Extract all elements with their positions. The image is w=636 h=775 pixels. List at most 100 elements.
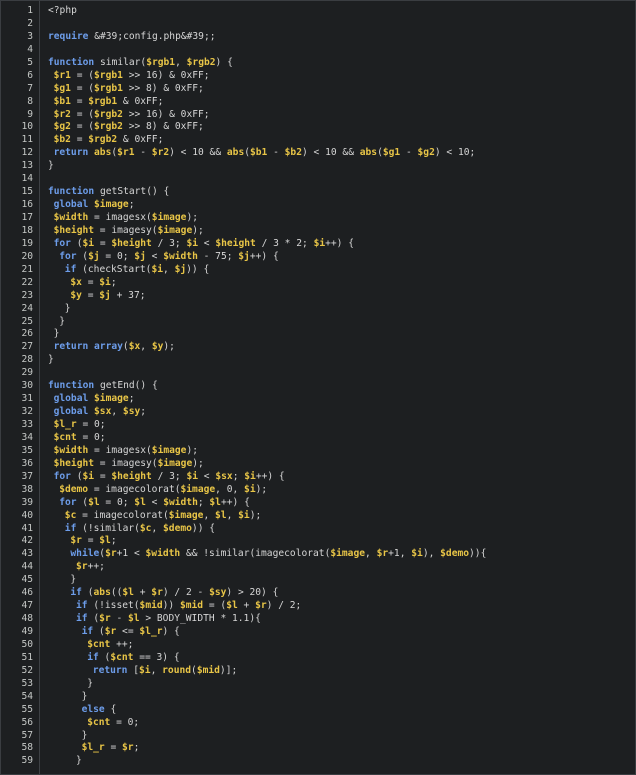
code-line[interactable]: 25} [1, 316, 635, 329]
code-line[interactable]: 12 return abs($r1 - $r2) < 10 && abs($b1 … [1, 147, 635, 160]
code-line[interactable]: 38 $demo = imagecolorat($image, 0, $i); [1, 484, 635, 497]
code-line[interactable]: 17 $width = imagesx($image); [1, 212, 635, 225]
code-line[interactable]: 34 $cnt = 0; [1, 432, 635, 445]
variable-token: $r [99, 613, 111, 625]
code-line[interactable]: 18 $height = imagesy($image); [1, 225, 635, 238]
code-line[interactable]: 1 <?php [1, 5, 635, 18]
code-line[interactable]: 5 function similar($rgb1, $rgb2) { [1, 57, 635, 70]
line-code: } [48, 160, 54, 173]
text-token: = [81, 276, 100, 288]
code-line[interactable]: 54} [1, 691, 635, 704]
code-line[interactable]: 20 for ($j = 0; $j < $width - 75; $j++) { [1, 251, 635, 264]
code-line[interactable]: 39 for ($l = 0; $l < $width; $l++) { [1, 497, 635, 510]
code-line[interactable]: 43 while($r+1 < $width && !similar(imagec… [1, 548, 635, 561]
code-line[interactable]: 48 if ($r - $l > BODY_WIDTH * 1.1){ [1, 613, 635, 626]
text-token: ); [163, 341, 175, 353]
line-code: $cnt ++; [87, 639, 133, 652]
line-number: 57 [21, 729, 33, 741]
code-line[interactable]: 51 if ($cnt == 3) { [1, 652, 635, 665]
code-line[interactable]: 14 [1, 173, 635, 186]
code-line[interactable]: 31 global $image; [1, 393, 635, 406]
text-token: = ( [70, 108, 95, 120]
code-line[interactable]: 27 return array($x, $y); [1, 341, 635, 354]
code-line[interactable]: 22 $x = $i; [1, 277, 635, 290]
keyword-token: if [76, 600, 88, 612]
code-line[interactable]: 59} [1, 755, 635, 768]
code-line[interactable]: 13} [1, 160, 635, 173]
line-code: function similar($rgb1, $rgb2) { [48, 57, 233, 70]
code-line[interactable]: 30 function getEnd() { [1, 380, 635, 393]
variable-token: $rgb1 [146, 56, 176, 68]
code-line[interactable]: 37 for ($i = $height / 3; $i < $sx; $i++)… [1, 471, 635, 484]
code-line[interactable]: 36 $height = imagesy($image); [1, 458, 635, 471]
code-line[interactable]: 7 $g1 = ($rgb1 >> 8) & 0xFF; [1, 83, 635, 96]
line-number: 38 [21, 483, 33, 495]
text-token: similar( [94, 56, 147, 68]
code-line[interactable]: 55 else { [1, 704, 635, 717]
code-line[interactable]: 10 $g2 = ($rgb2 >> 8) & 0xFF; [1, 121, 635, 134]
code-line[interactable]: 15 function getStart() { [1, 186, 635, 199]
code-line[interactable]: 3 require &#39;config.php&#39;; [1, 31, 635, 44]
text-token: < [145, 496, 164, 508]
text-token: == 3) { [133, 651, 180, 663]
line-code: $g2 = ($rgb2 >> 8) & 0xFF; [54, 121, 204, 134]
code-line[interactable]: 21 if (checkStart($i, $j)) { [1, 264, 635, 277]
code-line[interactable]: 4 [1, 44, 635, 57]
variable-token: $b2 [53, 134, 71, 146]
code-editor[interactable]: 1 <?php 2 3 require &#39;config.php&#39;; 4 5 f… [0, 0, 636, 775]
variable-token: $rgb2 [88, 134, 118, 146]
text-token: (( [110, 587, 123, 599]
line-code: $cnt = 0; [54, 432, 106, 445]
line-number: 51 [21, 651, 33, 663]
text-token: ; [110, 535, 117, 547]
code-line[interactable]: 57} [1, 730, 635, 743]
variable-token: $i [244, 483, 256, 495]
code-line[interactable]: 8 $b1 = $rgb1 & 0xFF; [1, 96, 635, 109]
code-line[interactable]: 9 $r2 = ($rgb2 >> 16) & 0xFF; [1, 109, 635, 122]
line-code: return array($x, $y); [54, 341, 175, 354]
code-line[interactable]: 16 global $image; [1, 199, 635, 212]
code-line[interactable]: 19 for ($i = $height / 3; $i < $height / … [1, 238, 635, 251]
variable-token: $y [151, 341, 164, 353]
variable-token: $b1 [53, 95, 71, 107]
line-code: } [59, 316, 65, 329]
line-number: 20 [21, 250, 33, 262]
code-line[interactable]: 29 [1, 367, 635, 380]
code-line[interactable]: 42 $r = $l; [1, 535, 635, 548]
line-code: function getStart() { [48, 186, 169, 199]
code-line[interactable]: 46 if (abs(($l + $r) / 2 - $sy) > 20) { [1, 587, 635, 600]
code-line[interactable]: 6 $r1 = ($rgb1 >> 16) & 0xFF; [1, 70, 635, 83]
code-lines[interactable]: 1 <?php 2 3 require &#39;config.php&#39;; 4 5 f… [1, 5, 635, 768]
text-token: = 0; [76, 431, 106, 443]
code-line[interactable]: 26} [1, 328, 635, 341]
code-line[interactable]: 2 [1, 18, 635, 31]
code-line[interactable]: 32 global $sx, $sy; [1, 406, 635, 419]
code-line[interactable]: 44 $r++; [1, 561, 635, 574]
code-line[interactable]: 56 $cnt = 0; [1, 717, 635, 730]
code-line[interactable]: 41 if (!similar($c, $demo)) { [1, 523, 635, 536]
code-line[interactable]: 53} [1, 678, 635, 691]
text-token: = 0; [110, 716, 140, 728]
line-number: 1 [27, 5, 33, 16]
code-line[interactable]: 28} [1, 354, 635, 367]
code-line[interactable]: 47 if (!isset($mid)) $mid = ($l + $r) / 2… [1, 600, 635, 613]
line-number: 43 [21, 548, 33, 560]
code-line[interactable]: 24} [1, 303, 635, 316]
code-line[interactable]: 40 $c = imagecolorat($image, $l, $i); [1, 510, 635, 523]
code-line[interactable]: 45} [1, 574, 635, 587]
code-line[interactable]: 33 $l_r = 0; [1, 419, 635, 432]
code-line[interactable]: 58 $l_r = $r; [1, 742, 635, 755]
code-line[interactable]: 11 $b2 = $rgb2 & 0xFF; [1, 134, 635, 147]
code-line[interactable]: 52 return [$i, round($mid)]; [1, 665, 635, 678]
text-token: - [400, 147, 418, 159]
code-line[interactable]: 23 $y = $j + 37; [1, 290, 635, 303]
text-token: <?php [48, 5, 77, 16]
line-code: return [$i, round($mid)]; [93, 665, 237, 678]
variable-token: $r2 [151, 147, 170, 159]
text-token: ); [192, 224, 204, 236]
code-line[interactable]: 50 $cnt ++; [1, 639, 635, 652]
keyword-token: function [48, 186, 95, 198]
code-line[interactable]: 35 $width = imagesx($image); [1, 445, 635, 458]
code-line[interactable]: 49 if ($r <= $l_r) { [1, 626, 635, 639]
keyword-token: if [87, 651, 99, 663]
